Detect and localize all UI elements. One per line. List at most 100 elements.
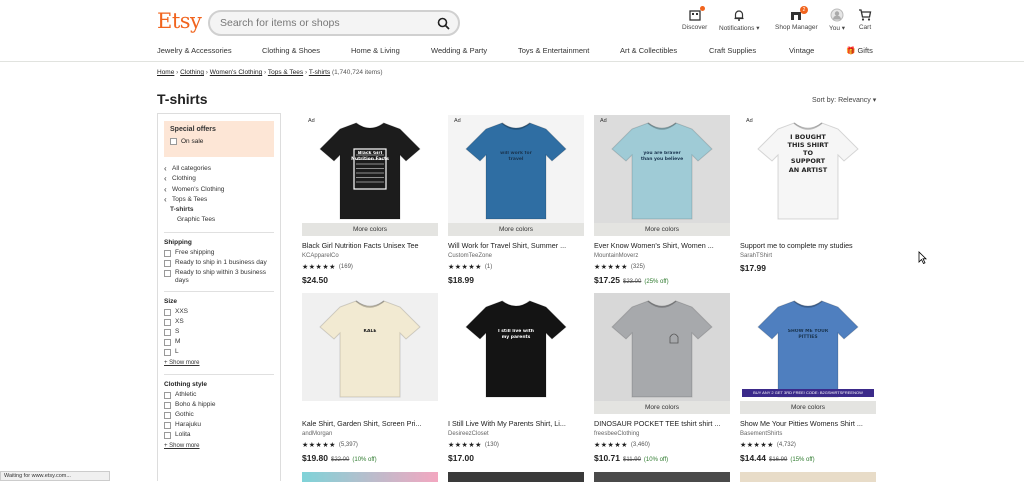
nav-clothing[interactable]: ‹ Clothing: [164, 174, 274, 184]
ad-label: Ad: [746, 118, 753, 124]
more-colors-button[interactable]: More colors: [302, 223, 438, 236]
price: $17.99: [740, 263, 766, 273]
filter-size-l[interactable]: L: [164, 348, 274, 357]
current-price: $10.71: [594, 453, 620, 463]
filter-style-athletic[interactable]: Athletic: [164, 391, 274, 400]
notifications-button[interactable]: Notifications ▾: [719, 8, 759, 32]
nav-tops-tees[interactable]: ‹ Tops & Tees: [164, 195, 274, 205]
cart-button[interactable]: Cart: [858, 8, 872, 31]
filter-style-lolita[interactable]: Lolita: [164, 431, 274, 439]
shop-name[interactable]: freesbeeClothing: [594, 431, 639, 437]
product-image[interactable]: I still live with my parents: [448, 293, 584, 401]
product-title[interactable]: Will Work for Travel Shirt, Summer ...: [448, 241, 584, 250]
shirt-print-text: KALE: [363, 329, 377, 334]
discover-icon: [688, 10, 701, 21]
nav-tshirts[interactable]: T-shirts: [164, 205, 274, 215]
mouse-cursor-icon: [918, 251, 927, 264]
breadcrumb-tshirts[interactable]: T-shirts: [309, 69, 330, 76]
category-art[interactable]: Art & Collectibles: [620, 46, 677, 55]
shop-name[interactable]: CustomTeeZone: [448, 253, 492, 259]
product-title[interactable]: Black Girl Nutrition Facts Unisex Tee: [302, 241, 438, 250]
category-nav: Jewelry & Accessories Clothing & Shoes H…: [0, 42, 1024, 60]
product-image[interactable]: SHOW ME YOUR PITTIES BUY ANY 2 GET 3RD FR…: [740, 293, 876, 401]
breadcrumb-clothing[interactable]: Clothing: [180, 69, 204, 76]
product-title[interactable]: Support me to complete my studies: [740, 241, 876, 250]
style-show-more[interactable]: + Show more: [164, 441, 274, 451]
nav-all-categories[interactable]: ‹ All categories: [164, 164, 274, 174]
discover-button[interactable]: Discover: [682, 6, 707, 31]
special-offers-box: Special offers On sale: [164, 121, 274, 157]
filter-free-shipping[interactable]: Free shipping: [164, 249, 274, 257]
shop-name[interactable]: KCApparelCo: [302, 253, 339, 259]
product-image[interactable]: you are braver than you believe Ad: [594, 115, 730, 223]
you-label: You ▾: [829, 25, 846, 32]
filter-style-boho[interactable]: Boho & hippie: [164, 401, 274, 410]
you-button[interactable]: You ▾: [829, 8, 845, 32]
special-offers-heading: Special offers: [170, 126, 216, 133]
shop-name[interactable]: SarahTShirt: [740, 253, 772, 259]
shop-name[interactable]: MountainMoverz: [594, 253, 638, 259]
more-colors-button[interactable]: More colors: [594, 223, 730, 236]
filter-ship-1day[interactable]: Ready to ship in 1 business day: [164, 259, 274, 267]
product-title[interactable]: Kale Shirt, Garden Shirt, Screen Pri...: [302, 419, 438, 428]
product-image[interactable]: I BOUGHT THIS SHIRT TO SUPPORT AN ARTIST…: [740, 115, 876, 223]
product-title[interactable]: Show Me Your Pitties Womens Shirt ...: [740, 419, 876, 428]
product-title[interactable]: Ever Know Women's Shirt, Women ...: [594, 241, 730, 250]
filter-size-s[interactable]: S: [164, 328, 274, 337]
size-show-more[interactable]: + Show more: [164, 358, 274, 368]
category-wedding[interactable]: Wedding & Party: [431, 46, 487, 55]
more-colors-button[interactable]: More colors: [740, 401, 876, 414]
filter-ship-3day[interactable]: Ready to ship within 3 business days: [164, 269, 274, 286]
filter-style-gothic[interactable]: Gothic: [164, 411, 274, 420]
shop-name[interactable]: DesireezCloset: [448, 431, 489, 437]
breadcrumb-womens[interactable]: Women's Clothing: [210, 69, 262, 76]
more-colors-button[interactable]: More colors: [448, 223, 584, 236]
size-heading: Size: [164, 298, 178, 306]
current-price: $19.80: [302, 453, 328, 463]
product-image[interactable]: will work for travel Ad: [448, 115, 584, 223]
filter-size-m[interactable]: M: [164, 338, 274, 347]
price: $14.44 $16.99 (15% off): [740, 453, 815, 463]
category-toys[interactable]: Toys & Entertainment: [518, 46, 589, 55]
price: $17.25 $23.00 (25% off): [594, 275, 669, 285]
price: $17.00: [448, 453, 474, 463]
product-title[interactable]: DINOSAUR POCKET TEE tshirt shirt ...: [594, 419, 730, 428]
category-clothing[interactable]: Clothing & Shoes: [262, 46, 320, 55]
filter-size-xxs[interactable]: XXS: [164, 308, 274, 317]
nav-graphic-tees[interactable]: Graphic Tees: [164, 215, 274, 225]
category-craft[interactable]: Craft Supplies: [709, 46, 756, 55]
more-colors-button[interactable]: More colors: [594, 401, 730, 414]
category-jewelry[interactable]: Jewelry & Accessories: [157, 46, 232, 55]
current-price: $17.25: [594, 275, 620, 285]
chevron-left-icon: ‹: [164, 164, 167, 174]
product-image[interactable]: [594, 293, 730, 401]
discount: (10% off): [352, 457, 377, 463]
shop-name[interactable]: andMorgan: [302, 431, 332, 437]
filter-size-xs[interactable]: XS: [164, 318, 274, 327]
product-image[interactable]: KALE: [302, 293, 438, 401]
star-rating-icon: ★★★★★: [302, 442, 336, 449]
nav-womens-clothing[interactable]: ‹ Women's Clothing: [164, 185, 274, 195]
gift-icon: 🎁: [846, 46, 856, 55]
site-header: Etsy Search for items or shops Discover …: [0, 0, 1024, 62]
result-count: (1,740,724 items): [331, 69, 383, 76]
product-image[interactable]: Black Girl Nutrition Facts Ad: [302, 115, 438, 223]
product-title[interactable]: I Still Live With My Parents Shirt, Li..…: [448, 419, 584, 428]
breadcrumb-home[interactable]: Home: [157, 69, 174, 76]
clothing-style-heading: Clothing style: [164, 381, 207, 389]
star-rating-icon: ★★★★★: [594, 442, 628, 449]
discount: (15% off): [790, 457, 815, 463]
shop-manager-badge: 2: [800, 6, 808, 14]
star-rating-icon: ★★★★★: [302, 264, 336, 271]
breadcrumb-tops[interactable]: Tops & Tees: [268, 69, 303, 76]
category-vintage[interactable]: Vintage: [789, 46, 814, 55]
checkbox[interactable]: [170, 138, 177, 145]
shop-name[interactable]: BasementShirts: [740, 431, 782, 437]
cart-icon: [859, 9, 872, 21]
filter-style-harajuku[interactable]: Harajuku: [164, 421, 274, 429]
shop-manager-button[interactable]: 2 Shop Manager: [775, 6, 818, 31]
on-sale-option[interactable]: On sale: [170, 138, 268, 145]
sort-dropdown[interactable]: Sort by: Relevancy ▾: [812, 96, 876, 104]
category-gifts[interactable]: 🎁 Gifts: [846, 46, 873, 55]
category-home[interactable]: Home & Living: [351, 46, 400, 55]
